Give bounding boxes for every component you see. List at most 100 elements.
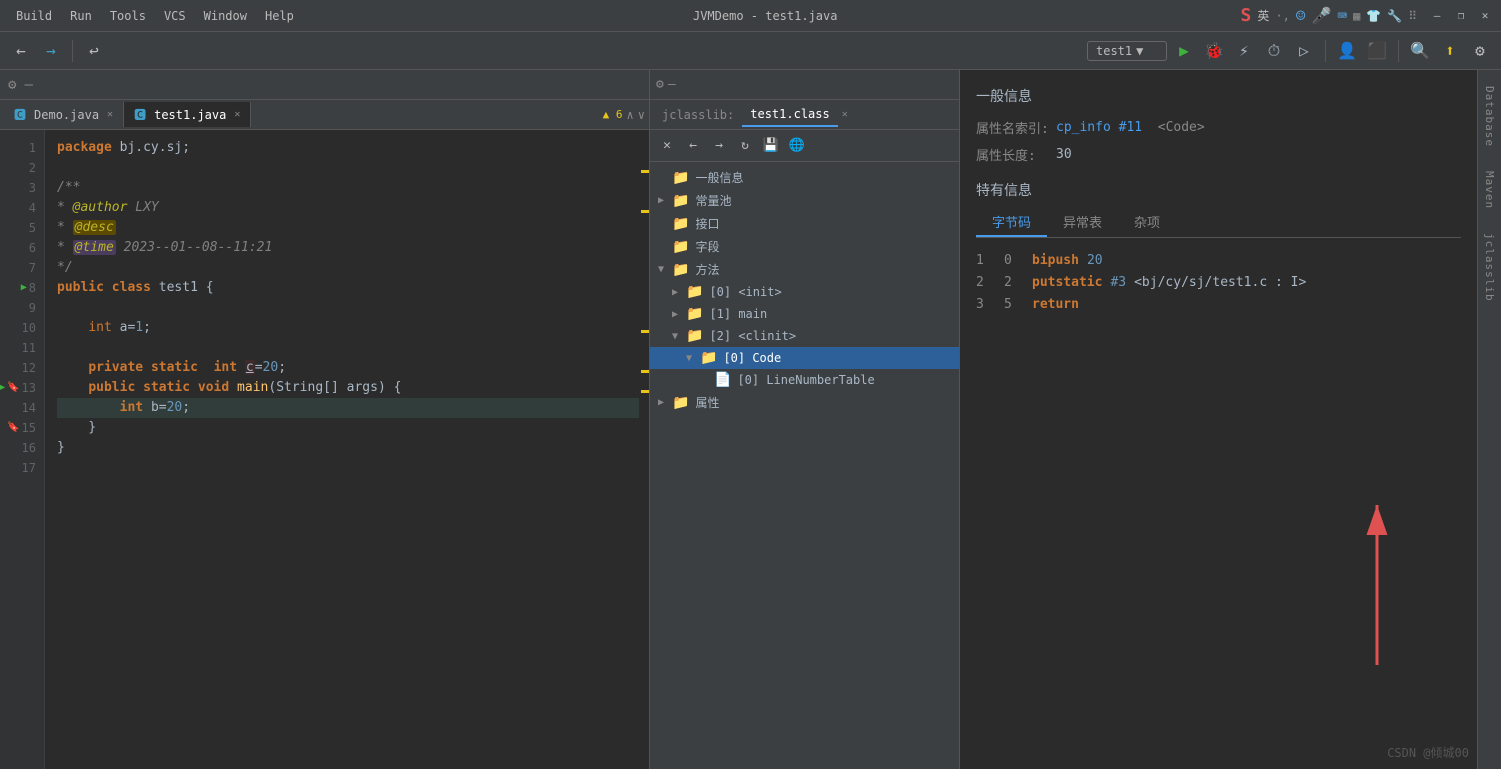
jt-save-btn[interactable]: 💾 [760,135,782,157]
sidebar-label-database[interactable]: Database [1481,74,1498,159]
editor-settings-icon[interactable]: ⚙ [4,77,20,93]
tab-test1-java[interactable]: 🅲 test1.java ✕ [124,102,251,127]
tree-item-clinit[interactable]: ▼ 📁 [2] <clinit> [650,325,959,347]
bc-offset-1: 0 [1004,250,1024,272]
tree-label-init: [0] <init> [709,285,781,299]
close-button[interactable]: ✕ [1477,8,1493,24]
info-content: 一般信息 属性名索引: cp_info #11 <Code> 属性长度: 30 … [960,70,1477,769]
jclasslib-tab-close[interactable]: ✕ [842,109,848,120]
run-gutter-13: ▶ [0,378,5,398]
tree-arrow-const: ▶ [658,195,672,206]
run-gutter-8: ▶ [21,278,27,298]
jclasslib-minimize-icon[interactable]: — [668,77,676,92]
tab-demo-java[interactable]: 🅲 Demo.java ✕ [4,102,124,127]
tree-item-general[interactable]: 📁 一般信息 [650,166,959,189]
line-numbers: 1 2 3 4 5 6 7 ▶8 9 10 11 12 ▶ 🔖13 14 [0,130,45,769]
jclasslib-settings-icon[interactable]: ⚙ [656,77,664,92]
jt-browse-btn[interactable]: 🌐 [786,135,808,157]
tree-folder-fields: 📁 [672,239,689,255]
code-line-13: public static void main(String[] args) { [57,378,639,398]
tree-folder-methods: 📁 [672,262,689,278]
tree-arrow-init: ▶ [672,287,686,298]
jclasslib-tab-active[interactable]: test1.class [742,103,837,127]
tab-misc[interactable]: 杂项 [1118,208,1176,237]
cp-info-link[interactable]: cp_info #11 [1056,120,1142,135]
jclasslib-tree: 📁 一般信息 ▶ 📁 常量池 📁 接口 📁 字段 [650,162,959,769]
run-config-selector[interactable]: test1 ▼ [1087,41,1167,61]
run-button[interactable]: ▶ [1171,38,1197,64]
tree-label-fields: 字段 [695,238,719,255]
update-button[interactable]: ⬆ [1437,38,1463,64]
menu-run[interactable]: Run [62,7,100,25]
tab-demo-label: Demo.java [34,108,99,122]
forward-button[interactable]: → [38,38,64,64]
apps-icon: ⠿ [1408,9,1417,23]
tree-item-linenumber[interactable]: 📄 [0] LineNumberTable [650,369,959,391]
stop-button[interactable]: ⬛ [1364,38,1390,64]
editor-minimize-icon[interactable]: — [20,77,36,93]
debug-button[interactable]: 🐞 [1201,38,1227,64]
back-button[interactable]: ← [8,38,34,64]
code-line-5: * @desc [57,218,639,238]
bc-arg-ref-text-2: <bj/cy/sj/test1.c : I> [1134,272,1306,294]
menu-window[interactable]: Window [196,7,255,25]
code-line-9 [57,298,639,318]
restore-button[interactable]: ❐ [1453,8,1469,24]
coverage-button[interactable]: ⚡ [1231,38,1257,64]
right-gutter [639,130,649,769]
tree-arrow-main: ▶ [672,309,686,320]
sidebar-label-jclasslib[interactable]: jclasslib [1481,221,1498,314]
revert-button[interactable]: ↩ [81,38,107,64]
info-general-title: 一般信息 [976,86,1461,106]
tree-item-code[interactable]: ▼ 📁 [0] Code [650,347,959,369]
tree-label-linenumber: [0] LineNumberTable [737,373,874,387]
tab-exception-table[interactable]: 异常表 [1047,208,1118,237]
minimize-button[interactable]: — [1429,8,1445,24]
toolbar-sep3 [1398,40,1399,62]
bc-line-num-3: 3 [976,294,996,316]
settings-main-button[interactable]: ⚙ [1467,38,1493,64]
tab-bytecode[interactable]: 字节码 [976,208,1047,237]
bc-line-num-2: 2 [976,272,996,294]
jclasslib-panel: ⚙ — jclasslib: test1.class ✕ ✕ ← → ↻ 💾 🌐… [650,70,960,769]
sogou-label: 英 [1257,7,1269,24]
tree-label-interface: 接口 [695,215,719,232]
run-dash-button[interactable]: 👤 [1334,38,1360,64]
menu-vcs[interactable]: VCS [156,7,194,25]
sogou-toolbar: S 英 ·, ☺ 🎤 ⌨ ▦ 👕 🔧 ⠿ [1241,5,1417,26]
app-title: JVMDemo - test1.java [302,9,1229,23]
tab-demo-close[interactable]: ✕ [107,109,113,120]
jt-refresh-btn[interactable]: ↻ [734,135,756,157]
bytecode-tabs: 字节码 异常表 杂项 [976,208,1461,238]
jt-close-btn[interactable]: ✕ [656,135,678,157]
nav-down-icon[interactable]: ∨ [638,108,645,122]
nav-up-icon[interactable]: ∧ [627,108,634,122]
sidebar-label-maven[interactable]: Maven [1481,159,1498,221]
window-controls: — ❐ ✕ [1429,8,1493,24]
more-run-button[interactable]: ▷ [1291,38,1317,64]
jt-back-btn[interactable]: ← [682,135,704,157]
tree-folder-init: 📁 [686,284,703,300]
tree-item-main[interactable]: ▶ 📁 [1] main [650,303,959,325]
tree-item-attr[interactable]: ▶ 📁 属性 [650,391,959,414]
info-attr-length-row: 属性长度: 30 [976,145,1461,164]
search-button[interactable]: 🔍 [1407,38,1433,64]
code-line-10: int a=1; [57,318,639,338]
menu-build[interactable]: Build [8,7,60,25]
tree-item-const-pool[interactable]: ▶ 📁 常量池 [650,189,959,212]
tree-item-interface[interactable]: 📁 接口 [650,212,959,235]
run-config-label: test1 [1096,44,1132,58]
profile-button[interactable]: ⏱ [1261,38,1287,64]
tree-item-init[interactable]: ▶ 📁 [0] <init> [650,281,959,303]
menu-tools[interactable]: Tools [102,7,154,25]
menu-help[interactable]: Help [257,7,302,25]
tab-test1-close[interactable]: ✕ [234,109,240,120]
tree-folder-general: 📁 [672,170,689,186]
tree-item-methods[interactable]: ▼ 📁 方法 [650,258,959,281]
jt-forward-btn[interactable]: → [708,135,730,157]
code-line-14: int b=20; [57,398,639,418]
code-content[interactable]: package bj.cy.sj; /** * @author LXY * @d… [45,130,639,769]
tab-test1-label: test1.java [154,108,226,122]
tree-item-fields[interactable]: 📁 字段 [650,235,959,258]
info-attr-length-label: 属性长度: [976,145,1056,164]
